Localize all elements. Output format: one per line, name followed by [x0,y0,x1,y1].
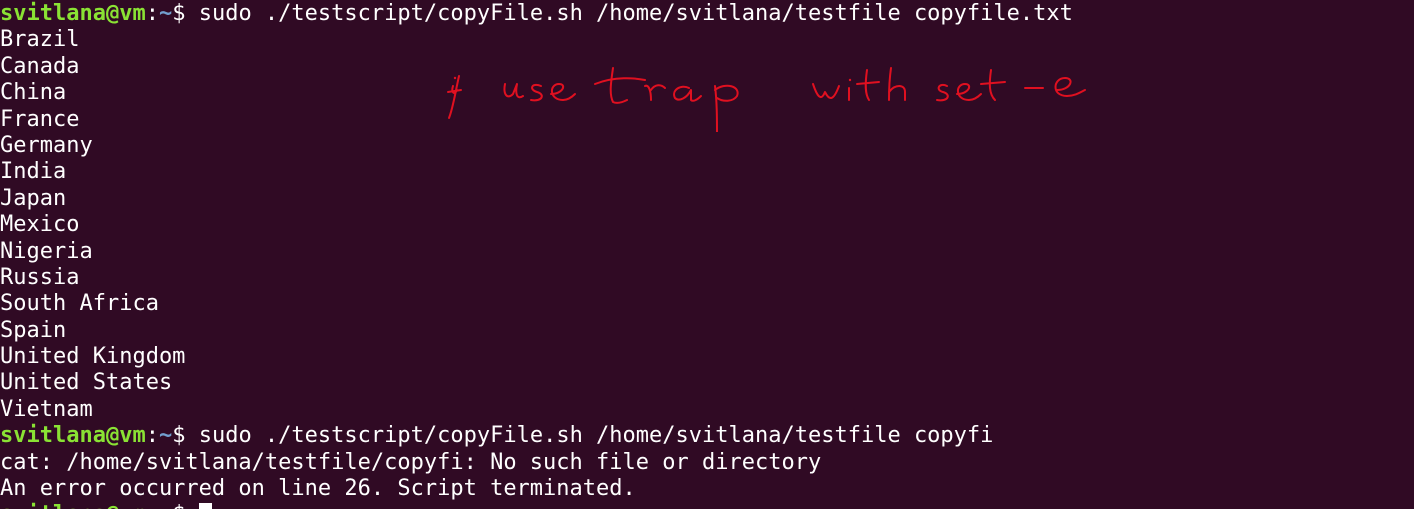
output-line: South Africa [0,291,159,317]
output-line: Germany [0,132,93,158]
command-text: sudo ./testscript/copyFile.sh /home/svit… [198,1,1073,26]
prompt-line-2: svitlana@vm:~$ sudo ./testscript/copyFil… [0,423,1073,449]
prompt-user-host: svitlana@vm [0,1,146,26]
prompt-user-host: svitlana@vm [0,423,146,449]
output-line: United Kingdom [0,344,186,370]
output-line: Spain [0,317,67,343]
output-line: Japan [0,185,67,211]
prompt-separator: : [145,423,159,449]
output-line: United States [0,370,173,396]
output-line: Brazil [0,27,80,53]
prompt-symbol: $ [172,423,199,449]
prompt-path: ~ [158,423,173,449]
prompt-path: ~ [159,502,172,509]
output-line: Vietnam [0,396,93,422]
prompt-symbol: $ [172,502,199,509]
output-line: Mexico [0,212,80,238]
error-output-line: cat: /home/svitlana/testfile/copyfi: No … [0,449,822,475]
prompt-line-1: svitlana@vm:~$ sudo ./testscript/copyFil… [0,1,1073,27]
command-text: sudo ./testscript/copyFile.sh /home/svit… [198,423,994,449]
terminal-window[interactable]: svitlana@vm:~$ sudo ./testscript/copyFil… [0,0,1414,509]
output-line: Nigeria [0,238,93,264]
script-message-line: An error occurred on line 26. Script ter… [0,476,636,502]
prompt-user-host: svitlana@vm [0,502,146,509]
handwritten-annotation [447,67,1086,132]
prompt-line-3[interactable]: svitlana@vm:~$ [0,502,1073,509]
prompt-path: ~ [158,1,173,26]
prompt-separator: : [146,502,159,509]
output-line: India [0,159,67,185]
prompt-separator: : [145,1,159,26]
output-line: Russia [0,264,80,290]
text-cursor[interactable] [198,503,212,509]
prompt-symbol: $ [172,1,199,26]
